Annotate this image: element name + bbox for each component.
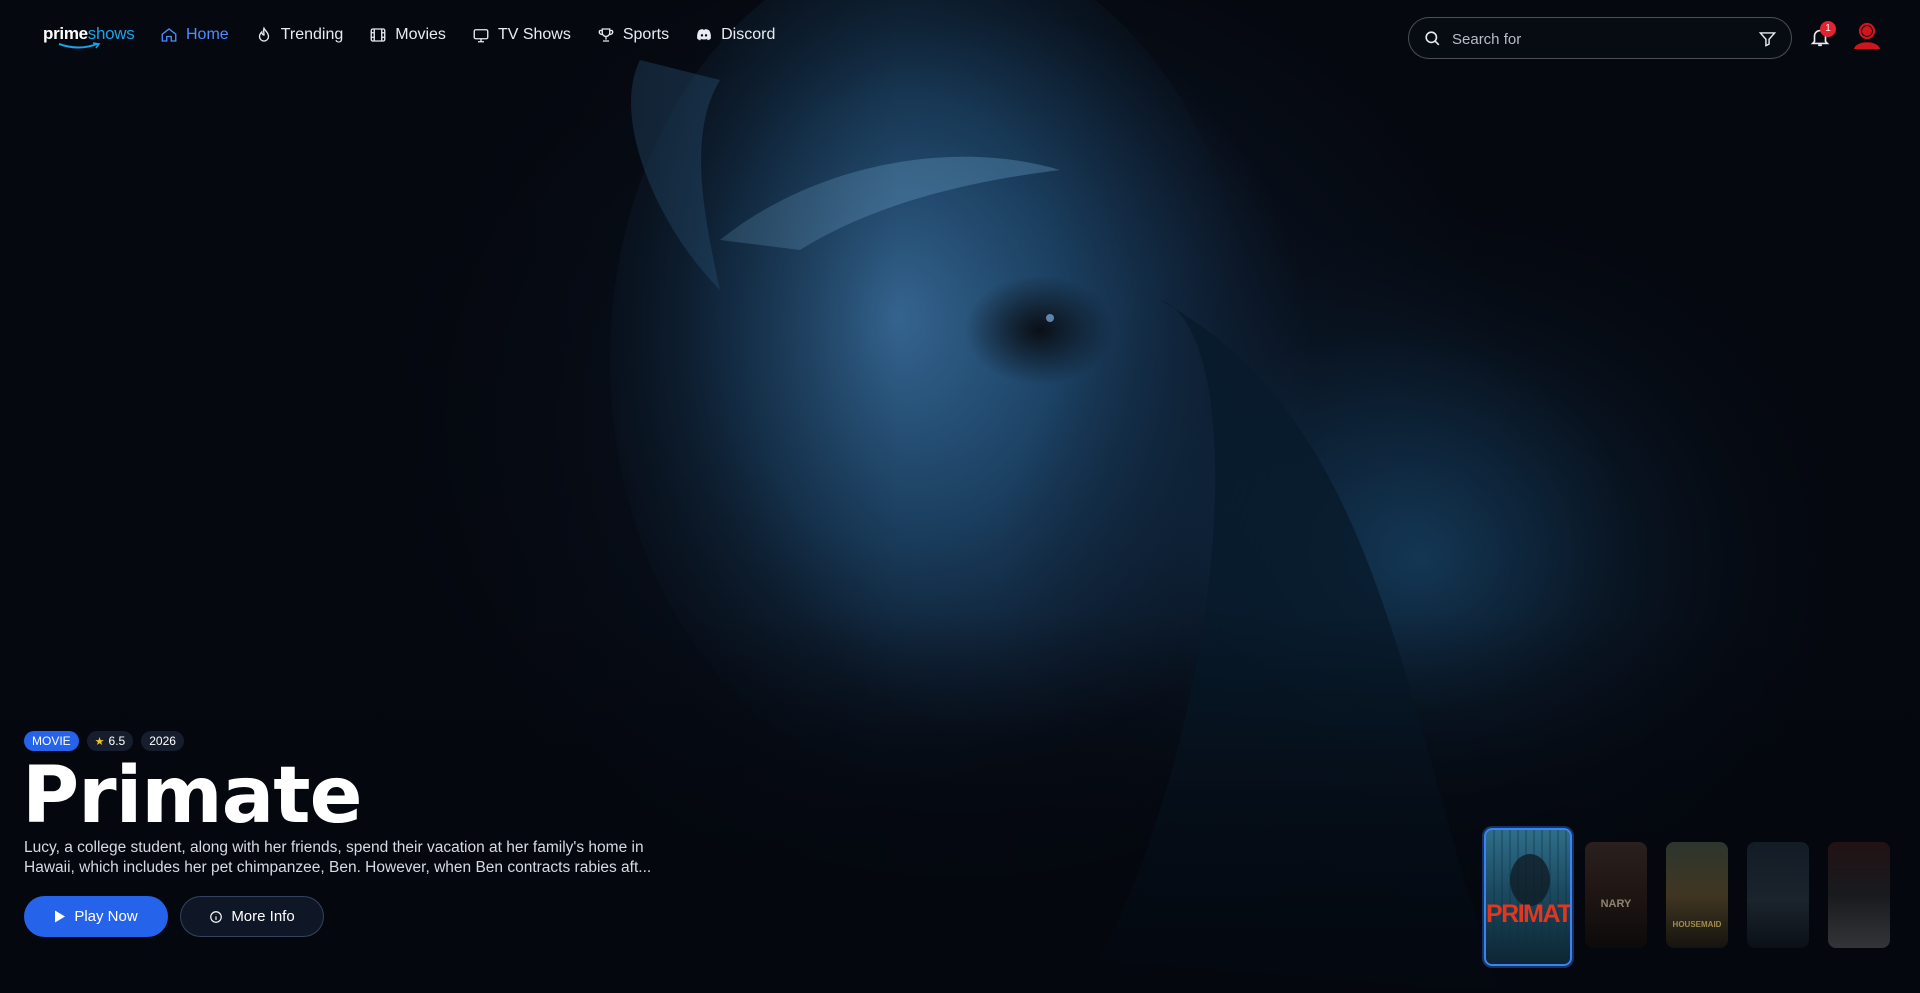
search-bar <box>1408 17 1792 59</box>
nav-item-home[interactable]: Home <box>160 26 229 44</box>
carousel-thumb-2[interactable]: NARY <box>1585 842 1647 948</box>
trophy-icon <box>598 28 614 42</box>
film-icon <box>370 28 386 42</box>
main-nav: Home Trending Movies TV Shows Sports Dis… <box>160 26 775 44</box>
flame-icon <box>258 26 269 42</box>
logo-shows-text: shows <box>87 24 135 43</box>
nav-label-movies: Movies <box>395 26 446 43</box>
more-info-button[interactable]: More Info <box>180 896 324 937</box>
nav-label-trending: Trending <box>280 26 344 43</box>
search-icon <box>1425 31 1440 46</box>
nav-item-discord[interactable]: Discord <box>695 26 775 44</box>
primeshows-logo[interactable]: primeshows <box>43 24 135 49</box>
nav-label-discord: Discord <box>721 26 776 43</box>
nav-item-movies[interactable]: Movies <box>369 26 446 44</box>
play-icon <box>55 910 66 923</box>
carousel-thumb-primate[interactable]: PRIMATE <box>1484 828 1572 966</box>
star-icon: ★ <box>94 735 105 748</box>
logo-smile-icon <box>58 42 101 49</box>
search-input[interactable] <box>1452 27 1742 51</box>
nav-item-trending[interactable]: Trending <box>255 26 344 44</box>
play-now-button[interactable]: Play Now <box>24 896 168 937</box>
play-now-label: Play Now <box>74 908 138 925</box>
info-icon <box>210 910 223 923</box>
more-info-label: More Info <box>231 908 295 925</box>
carousel-thumb-4[interactable] <box>1747 842 1809 948</box>
home-icon <box>161 28 177 42</box>
nav-label-tv-shows: TV Shows <box>497 26 571 43</box>
top-navigation-bar: primeshows Home Trending Movies TV Shows… <box>0 0 1920 76</box>
thumb-caption-2: NARY <box>1600 898 1632 910</box>
thumb-caption-primate: PRIMATE <box>1486 900 1571 928</box>
rating-value: 6.5 <box>108 734 126 748</box>
tv-icon <box>473 29 489 43</box>
hero-title: Primate <box>22 751 362 841</box>
poster-primate <box>1493 830 1567 964</box>
nav-label-home: Home <box>186 26 229 43</box>
carousel-thumb-5[interactable] <box>1828 842 1890 948</box>
nav-item-sports[interactable]: Sports <box>597 26 669 44</box>
logo-prime-text: prime <box>43 24 88 43</box>
filter-icon[interactable] <box>1758 29 1777 48</box>
notification-count-badge: 1 <box>1820 21 1836 37</box>
thumb-caption-3: HOUSEMAID <box>1672 920 1722 929</box>
discord-icon <box>697 29 711 41</box>
nav-label-sports: Sports <box>622 26 670 43</box>
nav-item-tv-shows[interactable]: TV Shows <box>472 26 571 44</box>
user-avatar[interactable] <box>1852 21 1882 51</box>
carousel-thumb-3[interactable]: HOUSEMAID <box>1666 842 1728 948</box>
hero-description: Lucy, a college student, along with her … <box>24 839 652 876</box>
